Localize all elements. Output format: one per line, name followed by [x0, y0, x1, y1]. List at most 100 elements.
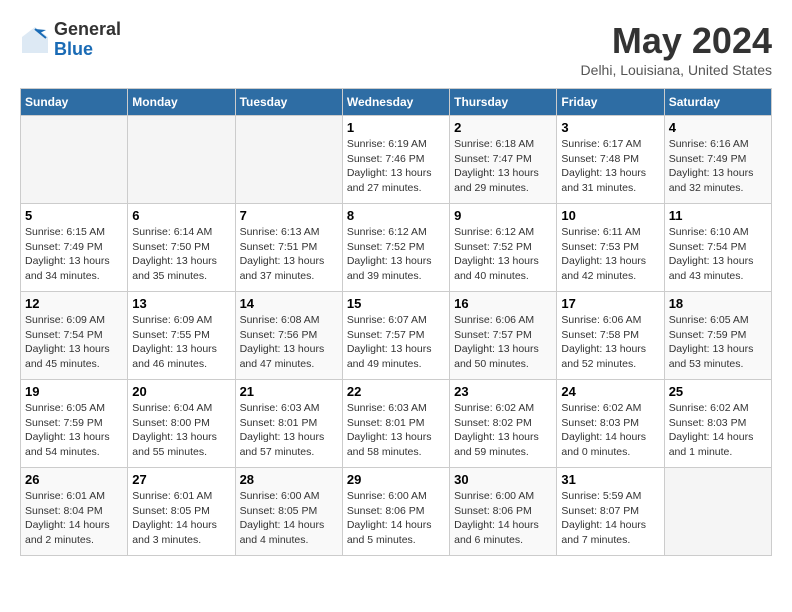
day-info: Sunrise: 6:08 AMSunset: 7:56 PMDaylight:…	[240, 313, 338, 372]
calendar-week-3: 12Sunrise: 6:09 AMSunset: 7:54 PMDayligh…	[21, 292, 772, 380]
day-number: 11	[669, 208, 767, 223]
day-number: 25	[669, 384, 767, 399]
calendar-cell: 5Sunrise: 6:15 AMSunset: 7:49 PMDaylight…	[21, 204, 128, 292]
day-info: Sunrise: 6:18 AMSunset: 7:47 PMDaylight:…	[454, 137, 552, 196]
calendar-cell: 30 Sunrise: 6:00 AMSunset: 8:06 PMDayligh…	[450, 468, 557, 556]
calendar-cell: 24Sunrise: 6:02 AMSunset: 8:03 PMDayligh…	[557, 380, 664, 468]
day-number: 1	[347, 120, 445, 135]
calendar-cell: 11 Sunrise: 6:10 AMSunset: 7:54 PMDayligh…	[664, 204, 771, 292]
day-number: 3	[561, 120, 659, 135]
day-number: 29	[347, 472, 445, 487]
logo-text: General Blue	[54, 20, 121, 60]
day-number: 19	[25, 384, 123, 399]
day-info: Sunrise: 6:07 AMSunset: 7:57 PMDaylight:…	[347, 313, 445, 372]
day-info: Sunrise: 6:11 AMSunset: 7:53 PMDaylight:…	[561, 225, 659, 284]
calendar-cell: 31 Sunrise: 5:59 AMSunset: 8:07 PMDayligh…	[557, 468, 664, 556]
logo-icon	[20, 25, 50, 55]
day-info: Sunrise: 6:04 AMSunset: 8:00 PMDaylight:…	[132, 401, 230, 460]
day-info: Sunrise: 6:17 AMSunset: 7:48 PMDaylight:…	[561, 137, 659, 196]
calendar-header: SundayMondayTuesdayWednesdayThursdayFrid…	[21, 89, 772, 116]
day-number: 26	[25, 472, 123, 487]
calendar-week-1: 1Sunrise: 6:19 AMSunset: 7:46 PMDaylight…	[21, 116, 772, 204]
day-info: Sunrise: 6:13 AMSunset: 7:51 PMDaylight:…	[240, 225, 338, 284]
day-number: 21	[240, 384, 338, 399]
day-number: 6	[132, 208, 230, 223]
day-number: 31	[561, 472, 659, 487]
day-number: 23	[454, 384, 552, 399]
weekday-header-saturday: Saturday	[664, 89, 771, 116]
calendar-cell	[664, 468, 771, 556]
day-info: Sunrise: 5:59 AMSunset: 8:07 PMDaylight:…	[561, 489, 659, 548]
day-info: Sunrise: 6:06 AMSunset: 7:58 PMDaylight:…	[561, 313, 659, 372]
day-number: 4	[669, 120, 767, 135]
calendar-cell	[128, 116, 235, 204]
calendar-cell: 3 Sunrise: 6:17 AMSunset: 7:48 PMDaylight…	[557, 116, 664, 204]
day-info: Sunrise: 6:10 AMSunset: 7:54 PMDaylight:…	[669, 225, 767, 284]
day-info: Sunrise: 6:00 AMSunset: 8:05 PMDaylight:…	[240, 489, 338, 548]
day-number: 16	[454, 296, 552, 311]
day-info: Sunrise: 6:05 AMSunset: 7:59 PMDaylight:…	[669, 313, 767, 372]
day-info: Sunrise: 6:00 AMSunset: 8:06 PMDaylight:…	[454, 489, 552, 548]
day-info: Sunrise: 6:02 AMSunset: 8:02 PMDaylight:…	[454, 401, 552, 460]
logo-general: General	[54, 20, 121, 40]
calendar-cell: 27 Sunrise: 6:01 AMSunset: 8:05 PMDayligh…	[128, 468, 235, 556]
calendar-cell	[235, 116, 342, 204]
day-info: Sunrise: 6:03 AMSunset: 8:01 PMDaylight:…	[347, 401, 445, 460]
weekday-header-monday: Monday	[128, 89, 235, 116]
day-info: Sunrise: 6:14 AMSunset: 7:50 PMDaylight:…	[132, 225, 230, 284]
calendar-cell: 6 Sunrise: 6:14 AMSunset: 7:50 PMDaylight…	[128, 204, 235, 292]
day-info: Sunrise: 6:02 AMSunset: 8:03 PMDaylight:…	[561, 401, 659, 460]
calendar-cell: 15 Sunrise: 6:07 AMSunset: 7:57 PMDayligh…	[342, 292, 449, 380]
day-info: Sunrise: 6:01 AMSunset: 8:05 PMDaylight:…	[132, 489, 230, 548]
calendar-cell: 26Sunrise: 6:01 AMSunset: 8:04 PMDayligh…	[21, 468, 128, 556]
calendar-week-5: 26Sunrise: 6:01 AMSunset: 8:04 PMDayligh…	[21, 468, 772, 556]
day-info: Sunrise: 6:05 AMSunset: 7:59 PMDaylight:…	[25, 401, 123, 460]
day-number: 17	[561, 296, 659, 311]
day-number: 22	[347, 384, 445, 399]
calendar-cell: 29 Sunrise: 6:00 AMSunset: 8:06 PMDayligh…	[342, 468, 449, 556]
day-info: Sunrise: 6:03 AMSunset: 8:01 PMDaylight:…	[240, 401, 338, 460]
calendar-cell: 28 Sunrise: 6:00 AMSunset: 8:05 PMDayligh…	[235, 468, 342, 556]
calendar-cell: 9 Sunrise: 6:12 AMSunset: 7:52 PMDaylight…	[450, 204, 557, 292]
day-number: 28	[240, 472, 338, 487]
calendar-cell: 13Sunrise: 6:09 AMSunset: 7:55 PMDayligh…	[128, 292, 235, 380]
day-info: Sunrise: 6:00 AMSunset: 8:06 PMDaylight:…	[347, 489, 445, 548]
day-number: 7	[240, 208, 338, 223]
weekday-header-friday: Friday	[557, 89, 664, 116]
weekday-header-tuesday: Tuesday	[235, 89, 342, 116]
weekday-header-wednesday: Wednesday	[342, 89, 449, 116]
logo-blue: Blue	[54, 40, 121, 60]
day-number: 10	[561, 208, 659, 223]
day-number: 15	[347, 296, 445, 311]
day-number: 5	[25, 208, 123, 223]
calendar-cell: 7 Sunrise: 6:13 AMSunset: 7:51 PMDaylight…	[235, 204, 342, 292]
day-info: Sunrise: 6:09 AMSunset: 7:54 PMDaylight:…	[25, 313, 123, 372]
calendar-cell: 10 Sunrise: 6:11 AMSunset: 7:53 PMDayligh…	[557, 204, 664, 292]
day-number: 30	[454, 472, 552, 487]
calendar-week-4: 19 Sunrise: 6:05 AMSunset: 7:59 PMDayligh…	[21, 380, 772, 468]
day-number: 9	[454, 208, 552, 223]
day-number: 2	[454, 120, 552, 135]
calendar-cell	[21, 116, 128, 204]
day-info: Sunrise: 6:06 AMSunset: 7:57 PMDaylight:…	[454, 313, 552, 372]
calendar-cell: 17 Sunrise: 6:06 AMSunset: 7:58 PMDayligh…	[557, 292, 664, 380]
calendar-week-2: 5Sunrise: 6:15 AMSunset: 7:49 PMDaylight…	[21, 204, 772, 292]
day-info: Sunrise: 6:12 AMSunset: 7:52 PMDaylight:…	[454, 225, 552, 284]
day-info: Sunrise: 6:12 AMSunset: 7:52 PMDaylight:…	[347, 225, 445, 284]
calendar-table: SundayMondayTuesdayWednesdayThursdayFrid…	[20, 88, 772, 556]
calendar-cell: 20 Sunrise: 6:04 AMSunset: 8:00 PMDayligh…	[128, 380, 235, 468]
weekday-header-thursday: Thursday	[450, 89, 557, 116]
location-subtitle: Delhi, Louisiana, United States	[581, 62, 772, 78]
weekday-header-sunday: Sunday	[21, 89, 128, 116]
day-info: Sunrise: 6:02 AMSunset: 8:03 PMDaylight:…	[669, 401, 767, 460]
day-number: 27	[132, 472, 230, 487]
day-number: 14	[240, 296, 338, 311]
logo: General Blue	[20, 20, 121, 60]
calendar-cell: 4 Sunrise: 6:16 AMSunset: 7:49 PMDaylight…	[664, 116, 771, 204]
day-number: 20	[132, 384, 230, 399]
day-number: 8	[347, 208, 445, 223]
day-info: Sunrise: 6:16 AMSunset: 7:49 PMDaylight:…	[669, 137, 767, 196]
calendar-cell: 22 Sunrise: 6:03 AMSunset: 8:01 PMDayligh…	[342, 380, 449, 468]
month-year-title: May 2024	[581, 20, 772, 62]
day-number: 13	[132, 296, 230, 311]
